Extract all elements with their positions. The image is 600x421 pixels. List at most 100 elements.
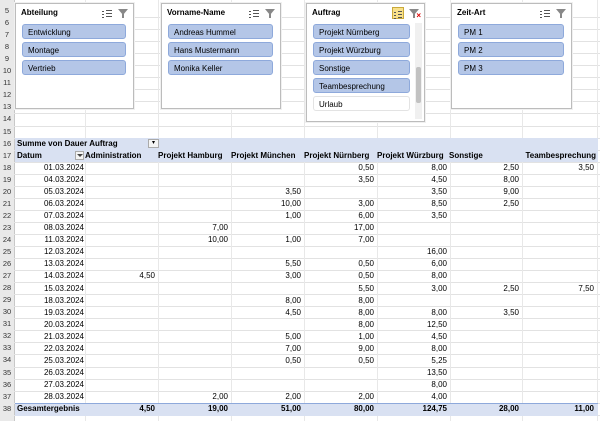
slicer-vorname-name[interactable]: Vorname-Name Andreas Hummel Hans Musterman… xyxy=(161,3,281,109)
pivot-row-date: 06.03.2024 xyxy=(43,199,84,209)
row-number[interactable]: 29 xyxy=(0,294,14,306)
row-number[interactable]: 33 xyxy=(0,342,14,354)
row-number[interactable]: 15 xyxy=(0,126,14,138)
pivot-cell: 8,00 xyxy=(503,175,519,185)
pivot-cell: 2,50 xyxy=(503,163,519,172)
grid-column-line xyxy=(597,0,598,421)
slicer-item[interactable]: PM 3 xyxy=(458,60,564,75)
row-number[interactable]: 35 xyxy=(0,367,14,379)
clear-filter-icon[interactable]: × xyxy=(408,7,421,19)
row-number[interactable]: 21 xyxy=(0,198,14,210)
row-number[interactable]: 31 xyxy=(0,318,14,330)
multi-select-icon[interactable] xyxy=(248,7,260,19)
pivot-cell: 8,00 xyxy=(431,343,447,353)
slicer-title: Zeit-Art xyxy=(457,8,486,17)
row-number[interactable]: 22 xyxy=(0,210,14,222)
multi-select-icon[interactable] xyxy=(392,6,404,19)
pivot-column-header: Sonstige xyxy=(449,151,483,160)
slicer-item[interactable]: Projekt Würzburg xyxy=(313,42,410,57)
slicer-auftrag[interactable]: Auftrag × Projekt Nürnberg Projekt Würzburg… xyxy=(306,3,425,122)
slicer-item[interactable]: Projekt Nürnberg xyxy=(313,24,410,39)
pivot-cell: 8,00 xyxy=(358,295,374,305)
slicer-item[interactable]: Monika Keller xyxy=(168,60,273,75)
row-number[interactable]: 37 xyxy=(0,391,14,403)
pivot-cell: 3,00 xyxy=(285,271,301,281)
pivot-cell: 2,50 xyxy=(503,199,519,209)
row-number[interactable]: 36 xyxy=(0,379,14,391)
slicer-item[interactable]: Entwicklung xyxy=(22,24,126,39)
slicer-scrollbar[interactable] xyxy=(415,23,422,119)
grand-total-cell: 28,00 xyxy=(498,404,519,413)
row-number[interactable]: 14 xyxy=(0,113,14,125)
row-number[interactable]: 23 xyxy=(0,222,14,234)
slicer-item[interactable]: PM 2 xyxy=(458,42,564,57)
row-number[interactable]: 6 xyxy=(0,17,14,29)
pivot-cell: 0,50 xyxy=(358,355,374,365)
pivot-value-field-label: Summe von Dauer Auftrag xyxy=(17,139,118,148)
multi-select-icon[interactable] xyxy=(101,7,113,19)
slicer-title: Vorname-Name xyxy=(167,8,226,17)
grid-line xyxy=(14,330,600,332)
pivot-cell: 4,50 xyxy=(431,175,447,185)
clear-filter-icon[interactable] xyxy=(264,7,276,19)
slicer-item[interactable]: PM 1 xyxy=(458,24,564,39)
slicer-item[interactable]: Andreas Hummel xyxy=(168,24,273,39)
grand-total-cell: 80,00 xyxy=(353,404,374,413)
pivot-row-date: 22.03.2024 xyxy=(43,343,84,353)
pivot-cell: 3,00 xyxy=(358,199,374,209)
row-number[interactable]: 26 xyxy=(0,258,14,270)
column-field-filter-button[interactable]: ▾ xyxy=(148,139,159,148)
pivot-cell: 2,00 xyxy=(212,391,228,401)
pivot-row-date: 20.03.2024 xyxy=(43,319,84,329)
row-number[interactable]: 30 xyxy=(0,306,14,318)
slicer-item[interactable]: Sonstige xyxy=(313,60,410,75)
row-number[interactable]: 13 xyxy=(0,101,14,113)
pivot-cell: 7,00 xyxy=(285,343,301,353)
multi-select-icon[interactable] xyxy=(539,7,551,19)
pivot-cell: 0,50 xyxy=(358,163,374,172)
row-number[interactable]: 7 xyxy=(0,29,14,41)
slicer-abteilung[interactable]: Abteilung Entwicklung Montage Vertrieb xyxy=(15,3,134,109)
row-number[interactable]: 10 xyxy=(0,65,14,77)
row-number[interactable]: 18 xyxy=(0,162,14,174)
pivot-cell: 4,50 xyxy=(285,307,301,317)
row-number[interactable]: 28 xyxy=(0,282,14,294)
row-number[interactable]: 34 xyxy=(0,354,14,366)
pivot-cell: 5,50 xyxy=(358,283,374,293)
row-number[interactable]: 27 xyxy=(0,270,14,282)
pivot-cell: 5,00 xyxy=(285,331,301,341)
row-number[interactable]: 11 xyxy=(0,77,14,89)
slicer-zeit-art[interactable]: Zeit-Art PM 1 PM 2 PM 3 xyxy=(451,3,572,109)
row-number[interactable]: 16 xyxy=(0,138,14,150)
grid-line xyxy=(14,125,600,127)
row-number[interactable]: 12 xyxy=(0,89,14,101)
grid-line xyxy=(14,366,600,368)
pivot-column-header: Teambesprechung xyxy=(525,151,596,160)
clear-filter-icon[interactable] xyxy=(117,7,129,19)
clear-filter-icon[interactable] xyxy=(555,7,567,19)
slicer-item[interactable]: Vertrieb xyxy=(22,60,126,75)
row-number[interactable]: 24 xyxy=(0,234,14,246)
pivot-row-date: 26.03.2024 xyxy=(43,367,84,377)
pivot-cell: 6,00 xyxy=(431,259,447,269)
slicer-item[interactable]: Teambesprechung xyxy=(313,78,410,93)
slicer-item[interactable]: Urlaub xyxy=(313,96,410,111)
row-number[interactable]: 32 xyxy=(0,330,14,342)
pivot-cell: 8,00 xyxy=(285,295,301,305)
row-number[interactable]: 8 xyxy=(0,41,14,53)
pivot-cell: 5,25 xyxy=(431,355,447,365)
row-field-filter-button[interactable] xyxy=(75,151,84,160)
row-number[interactable]: 5 xyxy=(0,5,14,17)
row-number[interactable]: 38 xyxy=(0,403,14,415)
pivot-column-header: Projekt Nürnberg xyxy=(304,151,370,160)
pivot-row-date: 21.03.2024 xyxy=(43,331,84,341)
row-number[interactable]: 25 xyxy=(0,246,14,258)
slicer-item[interactable]: Hans Mustermann xyxy=(168,42,273,57)
grid-line xyxy=(14,246,600,247)
scrollbar-thumb[interactable] xyxy=(416,67,421,103)
row-number[interactable]: 17 xyxy=(0,150,14,162)
row-number[interactable]: 20 xyxy=(0,186,14,198)
slicer-item[interactable]: Montage xyxy=(22,42,126,57)
row-number[interactable]: 19 xyxy=(0,174,14,186)
row-number[interactable]: 9 xyxy=(0,53,14,65)
